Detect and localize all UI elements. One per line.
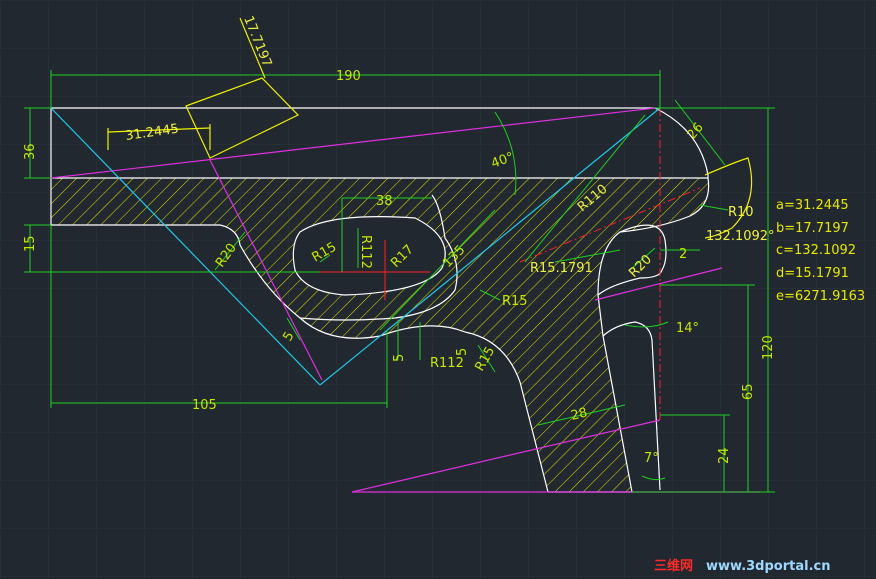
dim-15: 15 (23, 235, 38, 252)
dim-120: 120 (761, 335, 776, 360)
dim-5-mid: 5 (392, 354, 407, 362)
dim-36: 36 (23, 143, 38, 160)
variable-e: e=6271.9163 (776, 289, 865, 304)
radius-r10: R10 (728, 205, 754, 220)
dim-5-right: 5 (455, 348, 470, 356)
radius-r15-1791: R15.1791 (530, 261, 593, 276)
variable-a: a=31.2445 (776, 198, 849, 213)
variable-d: d=15.1791 (776, 266, 849, 281)
dim-2: 2 (679, 247, 687, 262)
variable-c: c=132.1092 (776, 243, 856, 258)
radius-r112-top: R112 (358, 235, 373, 269)
dim-38: 38 (376, 194, 393, 209)
cad-drawing-canvas[interactable]: 190 36 15 105 120 65 24 31.2445 17.7197 … (0, 0, 876, 579)
dim-190: 190 (336, 69, 361, 84)
variable-b: b=17.7197 (776, 221, 849, 236)
watermark: 三维网 www.3dportal.cn (654, 558, 830, 574)
radius-r112-bottom: R112 (430, 356, 464, 371)
radius-r15-right: R15 (502, 294, 528, 309)
watermark-url: www.3dportal.cn (706, 559, 830, 574)
dim-24: 24 (717, 447, 732, 464)
angle-14: 14° (676, 321, 699, 336)
watermark-cn: 三维网 (654, 558, 693, 574)
angle-7: 7° (644, 451, 659, 466)
dim-105: 105 (192, 398, 217, 413)
angle-c: 132.1092° (706, 229, 775, 244)
dim-65: 65 (741, 383, 756, 400)
